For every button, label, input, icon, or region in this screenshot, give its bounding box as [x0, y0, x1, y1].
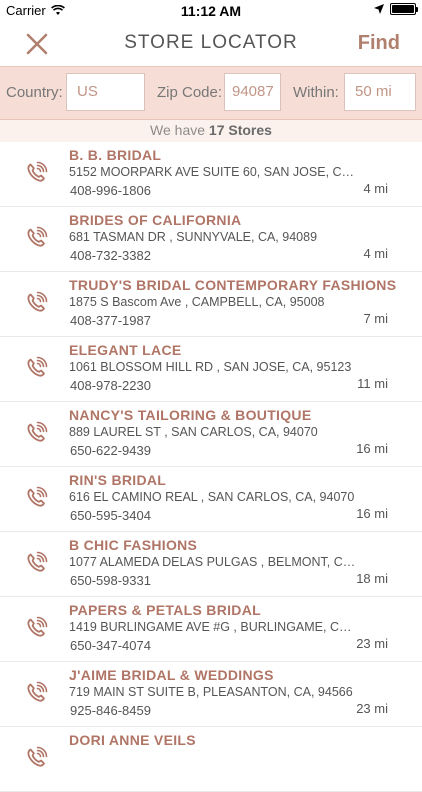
phone-call-icon[interactable]: [24, 291, 48, 315]
find-button[interactable]: Find: [358, 32, 400, 55]
store-list: B. B. BRIDAL 5152 MOORPARK AVE SUITE 60, …: [0, 142, 422, 792]
store-address: 5152 MOORPARK AVE SUITE 60, SAN JOSE, CA…: [69, 165, 359, 179]
store-row[interactable]: DORI ANNE VEILS: [0, 727, 422, 792]
store-name: RIN'S BRIDAL: [69, 472, 167, 488]
store-phone[interactable]: 408-377-1987: [70, 313, 151, 328]
store-distance: 16 mi: [356, 506, 388, 521]
store-count: 17 Stores: [208, 122, 272, 138]
navigation-bar: STORE LOCATOR Find: [0, 22, 422, 66]
within-label: Within:: [293, 84, 339, 101]
store-row[interactable]: NANCY'S TAILORING & BOUTIQUE 889 LAUREL S…: [0, 402, 422, 467]
store-address: 719 MAIN ST SUITE B, PLEASANTON, CA, 945…: [69, 685, 353, 699]
store-distance: 23 mi: [356, 636, 388, 651]
store-row[interactable]: RIN'S BRIDAL 616 EL CAMINO REAL , SAN CAR…: [0, 467, 422, 532]
store-phone[interactable]: 925-846-8459: [70, 703, 151, 718]
store-row[interactable]: BRIDES OF CALIFORNIA 681 TASMAN DR , SUNN…: [0, 207, 422, 272]
search-filter-bar: Country: US Zip Code: 94087 Within: 50 m…: [0, 66, 422, 120]
store-phone[interactable]: 408-732-3382: [70, 248, 151, 263]
store-distance: 4 mi: [363, 246, 388, 261]
store-distance: 11 mi: [357, 376, 388, 391]
store-phone[interactable]: 650-595-3404: [70, 508, 151, 523]
store-distance: 18 mi: [356, 571, 388, 586]
store-address: 1875 S Bascom Ave , CAMPBELL, CA, 95008: [69, 295, 325, 309]
store-name: B CHIC FASHIONS: [69, 537, 198, 553]
store-distance: 4 mi: [363, 181, 388, 196]
store-distance: 23 mi: [356, 701, 388, 716]
store-name: DORI ANNE VEILS: [69, 732, 196, 748]
phone-call-icon[interactable]: [24, 486, 48, 510]
zip-code-label: Zip Code:: [157, 84, 223, 101]
store-address: 616 EL CAMINO REAL , SAN CARLOS, CA, 940…: [69, 490, 355, 504]
store-name: ELEGANT LACE: [69, 342, 182, 358]
phone-call-icon[interactable]: [24, 421, 48, 445]
phone-call-icon[interactable]: [24, 681, 48, 705]
store-phone[interactable]: 650-347-4074: [70, 638, 151, 653]
zip-code-field[interactable]: 94087: [224, 73, 281, 111]
store-phone[interactable]: 650-598-9331: [70, 573, 151, 588]
country-label: Country:: [6, 84, 63, 101]
store-distance: 16 mi: [356, 441, 388, 456]
store-row[interactable]: J'AIME BRIDAL & WEDDINGS 719 MAIN ST SUIT…: [0, 662, 422, 727]
phone-call-icon[interactable]: [24, 551, 48, 575]
clock: 11:12 AM: [180, 3, 242, 19]
store-name: J'AIME BRIDAL & WEDDINGS: [69, 667, 274, 683]
store-name: TRUDY'S BRIDAL CONTEMPORARY FASHIONS: [69, 277, 397, 293]
store-distance: 7 mi: [363, 311, 388, 326]
location-arrow-icon: [374, 4, 384, 14]
store-row[interactable]: B CHIC FASHIONS 1077 ALAMEDA DELAS PULGAS…: [0, 532, 422, 597]
store-row[interactable]: PAPERS & PETALS BRIDAL 1419 BURLINGAME AV…: [0, 597, 422, 662]
phone-call-icon[interactable]: [24, 356, 48, 380]
within-field[interactable]: 50 mi: [344, 73, 416, 111]
store-address: 681 TASMAN DR , SUNNYVALE, CA, 94089: [69, 230, 318, 244]
store-name: B. B. BRIDAL: [69, 147, 162, 163]
country-field[interactable]: US: [66, 73, 145, 111]
store-row[interactable]: B. B. BRIDAL 5152 MOORPARK AVE SUITE 60, …: [0, 142, 422, 207]
store-address: 889 LAUREL ST , SAN CARLOS, CA, 94070: [69, 425, 318, 439]
status-bar: Carrier 11:12 AM: [0, 0, 422, 22]
store-phone[interactable]: 650-622-9439: [70, 443, 151, 458]
store-row[interactable]: ELEGANT LACE 1061 BLOSSOM HILL RD , SAN J…: [0, 337, 422, 402]
phone-call-icon[interactable]: [24, 616, 48, 640]
store-name: PAPERS & PETALS BRIDAL: [69, 602, 261, 618]
store-phone[interactable]: 408-996-1806: [70, 183, 151, 198]
store-row[interactable]: TRUDY'S BRIDAL CONTEMPORARY FASHIONS 1875…: [0, 272, 422, 337]
store-address: 1061 BLOSSOM HILL RD , SAN JOSE, CA, 951…: [69, 360, 352, 374]
phone-call-icon[interactable]: [24, 161, 48, 185]
store-name: NANCY'S TAILORING & BOUTIQUE: [69, 407, 312, 423]
summary-prefix: We have: [150, 122, 206, 138]
results-summary: We have 17 Stores: [0, 120, 422, 142]
phone-call-icon[interactable]: [24, 226, 48, 250]
store-name: BRIDES OF CALIFORNIA: [69, 212, 242, 228]
battery-icon: [390, 3, 418, 15]
store-phone[interactable]: 408-978-2230: [70, 378, 151, 393]
store-address: 1077 ALAMEDA DELAS PULGAS , BELMONT, CA,…: [69, 555, 359, 569]
store-address: 1419 BURLINGAME AVE #G , BURLINGAME, CA,…: [69, 620, 359, 634]
